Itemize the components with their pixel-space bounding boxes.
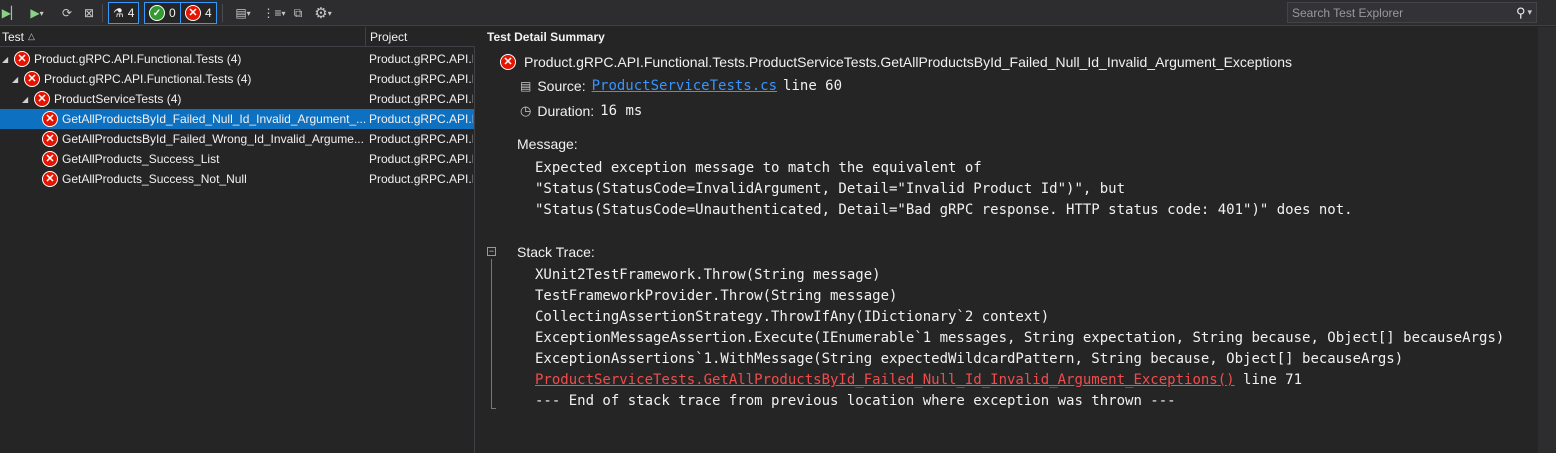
repeat-last-run-icon[interactable]: ⟳ bbox=[58, 3, 76, 23]
stack-frame: ExceptionAssertions`1.WithMessage(String… bbox=[535, 351, 1404, 367]
error-icon: ✕ bbox=[42, 111, 58, 127]
message-line: "Status(StatusCode=Unauthenticated, Deta… bbox=[535, 202, 1353, 218]
playlist-button[interactable]: ▤ ▾ bbox=[228, 3, 258, 23]
test-full-name: Product.gRPC.API.Functional.Tests.Produc… bbox=[524, 54, 1293, 70]
table-row[interactable]: ◢ ✕ Product.gRPC.API.Functional.Tests (4… bbox=[0, 49, 474, 69]
stack-frame-link-row: ProductServiceTests.GetAllProductsById_F… bbox=[535, 372, 1303, 388]
stack-frame: CollectingAssertionStrategy.ThrowIfAny(I… bbox=[535, 309, 1050, 325]
total-tests-filter[interactable]: ⚗ 4 bbox=[108, 2, 140, 24]
error-icon: ✕ bbox=[24, 71, 40, 87]
sort-asc-icon: △ bbox=[28, 31, 35, 41]
stack-frame-link[interactable]: ProductServiceTests.GetAllProductsById_F… bbox=[535, 372, 1235, 388]
run-all-icon[interactable]: ▶▏ bbox=[2, 3, 20, 23]
stack-trace-label: Stack Trace: bbox=[517, 244, 595, 260]
error-icon: ✕ bbox=[185, 5, 201, 21]
search-input[interactable] bbox=[1288, 3, 1514, 22]
table-row[interactable]: ✕ GetAllProductsById_Failed_Wrong_Id_Inv… bbox=[0, 129, 474, 149]
run-dropdown-button[interactable]: ▶ ▾ bbox=[24, 3, 50, 23]
error-icon: ✕ bbox=[42, 131, 58, 147]
error-icon: ✕ bbox=[34, 91, 50, 107]
source-row: ▤ Source: ProductServiceTests.cs line 60 bbox=[520, 78, 843, 94]
clock-icon: ◷ bbox=[520, 103, 532, 118]
search-box[interactable]: ⚲ ▾ bbox=[1287, 2, 1537, 23]
search-icon[interactable]: ⚲ bbox=[1514, 5, 1528, 21]
error-icon: ✕ bbox=[42, 171, 58, 187]
expand-triangle-icon[interactable]: ◢ bbox=[12, 75, 20, 84]
stack-frame: ExceptionMessageAssertion.Execute(IEnume… bbox=[535, 330, 1505, 346]
toolbar: ▶▏ ▶ ▾ ⟳ ⊠ ⚗ 4 ✓ 0 ✕ 4 ▤ ▾ ⋮≡ ▾ ⧉ ⚙ ▾ ⚲ … bbox=[0, 0, 1556, 26]
expand-triangle-icon[interactable]: ◢ bbox=[22, 95, 30, 104]
vertical-scrollbar[interactable] bbox=[1538, 27, 1556, 453]
collapse-guide bbox=[491, 259, 492, 409]
stack-frame: XUnit2TestFramework.Throw(String message… bbox=[535, 267, 881, 283]
check-icon: ✓ bbox=[149, 5, 165, 21]
passed-tests-filter[interactable]: ✓ 0 bbox=[144, 2, 181, 24]
message-line: Expected exception message to match the … bbox=[535, 160, 982, 176]
cancel-run-icon[interactable]: ⊠ bbox=[80, 3, 98, 23]
column-header-test[interactable]: Test △ bbox=[0, 27, 366, 47]
collapse-toggle-icon[interactable]: − bbox=[487, 247, 496, 256]
error-icon: ✕ bbox=[500, 54, 516, 70]
message-label: Message: bbox=[517, 136, 578, 152]
test-tree-pane: Test △ Project ◢ ✕ Product.gRPC.API.Func… bbox=[0, 27, 475, 453]
test-detail-header: ✕ Product.gRPC.API.Functional.Tests.Prod… bbox=[500, 54, 1292, 70]
column-header-project[interactable]: Project bbox=[366, 27, 475, 47]
summary-title: Test Detail Summary bbox=[487, 30, 605, 44]
error-icon: ✕ bbox=[14, 51, 30, 67]
table-row[interactable]: ✕ GetAllProducts_Success_Not_Null Produc… bbox=[0, 169, 474, 189]
collapse-guide-end bbox=[491, 408, 496, 409]
chevron-down-icon[interactable]: ▾ bbox=[1527, 7, 1536, 18]
table-row-selected[interactable]: ✕ GetAllProductsById_Failed_Null_Id_Inva… bbox=[0, 109, 474, 129]
stack-frame: TestFrameworkProvider.Throw(String messa… bbox=[535, 288, 898, 304]
group-by-button[interactable]: ⋮≡ ▾ bbox=[262, 3, 286, 23]
table-row[interactable]: ✕ GetAllProducts_Success_List Product.gR… bbox=[0, 149, 474, 169]
settings-gear-icon[interactable]: ⚙ ▾ bbox=[308, 3, 338, 23]
flask-icon: ⚗ bbox=[113, 6, 124, 20]
table-row[interactable]: ◢ ✕ ProductServiceTests (4) Product.gRPC… bbox=[0, 89, 474, 109]
duration-row: ◷ Duration: 16 ms bbox=[520, 103, 643, 119]
failed-tests-filter[interactable]: ✕ 4 bbox=[180, 2, 217, 24]
message-line: "Status(StatusCode=InvalidArgument, Deta… bbox=[535, 181, 1126, 197]
test-detail-pane: Test Detail Summary ✕ Product.gRPC.API.F… bbox=[476, 27, 1538, 453]
window-layout-icon[interactable]: ⧉ bbox=[290, 3, 306, 23]
document-icon: ▤ bbox=[520, 79, 532, 93]
source-file-link[interactable]: ProductServiceTests.cs bbox=[592, 78, 777, 94]
expand-triangle-icon[interactable]: ◢ bbox=[2, 55, 10, 64]
error-icon: ✕ bbox=[42, 151, 58, 167]
stack-trace-end: --- End of stack trace from previous loc… bbox=[535, 393, 1176, 409]
table-row[interactable]: ◢ ✕ Product.gRPC.API.Functional.Tests (4… bbox=[0, 69, 474, 89]
